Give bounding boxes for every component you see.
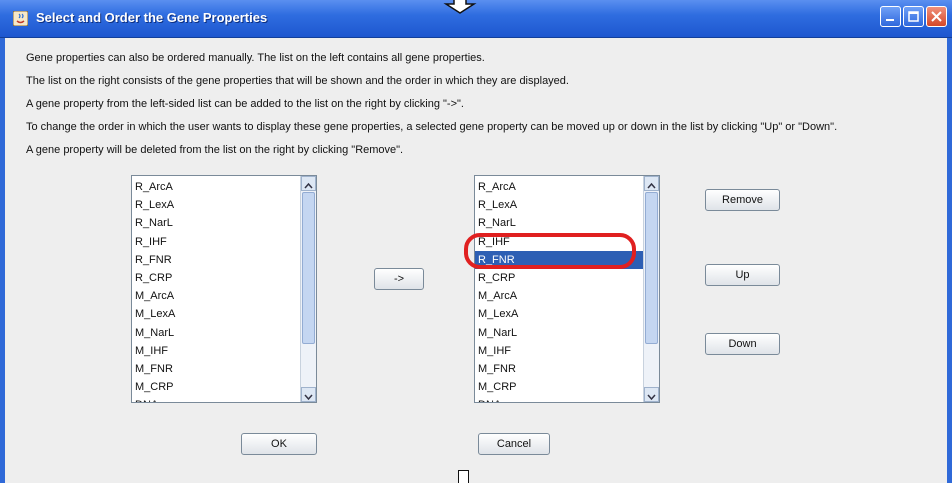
list-item[interactable]: M_CRP	[475, 378, 645, 396]
right-list-scrollbar[interactable]	[643, 176, 659, 402]
description-line-1: Gene properties can also be ordered manu…	[26, 52, 485, 64]
description-line-3: A gene property from the left-sided list…	[26, 98, 464, 110]
list-item[interactable]: M_IHF	[132, 342, 302, 360]
description-line-5: A gene property will be deleted from the…	[26, 144, 404, 156]
scroll-thumb[interactable]	[645, 192, 658, 344]
description-line-4: To change the order in which the user wa…	[26, 121, 838, 133]
window-frame-right	[947, 38, 952, 483]
list-item[interactable]: R_CRP	[475, 269, 645, 287]
chevron-up-icon	[647, 182, 656, 189]
list-item[interactable]: M_LexA	[132, 305, 302, 323]
description-line-2: The list on the right consists of the ge…	[26, 75, 569, 87]
java-app-icon	[13, 11, 28, 26]
scroll-down-button[interactable]	[644, 387, 659, 402]
list-item[interactable]: M_LexA	[475, 305, 645, 323]
remove-button[interactable]: Remove	[705, 189, 780, 211]
list-item[interactable]: M_ArcA	[132, 287, 302, 305]
list-item[interactable]: M_NarL	[475, 324, 645, 342]
list-item[interactable]: DNA	[132, 396, 302, 402]
shown-properties-items: R_ArcA R_LexA R_NarL R_IHF R_FNR R_CRP M_ArcA M…	[475, 178, 645, 402]
list-item[interactable]: R_LexA	[475, 196, 645, 214]
minimize-button[interactable]	[880, 6, 901, 27]
list-item[interactable]: R_LexA	[132, 196, 302, 214]
up-button[interactable]: Up	[705, 264, 780, 286]
maximize-icon	[908, 11, 919, 22]
shown-properties-list[interactable]: R_ArcA R_LexA R_NarL R_IHF R_FNR R_CRP M_ArcA M…	[474, 175, 660, 403]
list-item[interactable]: R_FNR	[132, 251, 302, 269]
scroll-down-button[interactable]	[301, 387, 316, 402]
down-arrow-icon	[443, 0, 477, 14]
window-title: Select and Order the Gene Properties	[36, 10, 268, 25]
list-item[interactable]: R_ArcA	[132, 178, 302, 196]
selection-highlight-annotation	[464, 233, 636, 269]
list-item[interactable]: R_NarL	[132, 214, 302, 232]
list-item[interactable]: R_CRP	[132, 269, 302, 287]
cancel-button[interactable]: Cancel	[478, 433, 550, 455]
list-item[interactable]: M_CRP	[132, 378, 302, 396]
left-list-scrollbar[interactable]	[300, 176, 316, 402]
chevron-down-icon	[304, 394, 313, 401]
minimize-icon	[886, 19, 894, 21]
list-item[interactable]: R_ArcA	[475, 178, 645, 196]
close-button[interactable]	[926, 6, 947, 27]
scroll-up-button[interactable]	[644, 176, 659, 191]
all-properties-items: R_ArcA R_LexA R_NarL R_IHF R_FNR R_CRP M_ArcA M…	[132, 178, 302, 402]
list-item[interactable]: M_IHF	[475, 342, 645, 360]
list-item[interactable]: M_FNR	[475, 360, 645, 378]
list-item[interactable]: R_IHF	[132, 233, 302, 251]
ok-button[interactable]: OK	[241, 433, 317, 455]
list-item[interactable]: M_NarL	[132, 324, 302, 342]
scroll-up-button[interactable]	[301, 176, 316, 191]
list-item[interactable]: M_FNR	[132, 360, 302, 378]
close-icon	[931, 11, 942, 22]
bottom-arrow-stub	[458, 470, 469, 483]
add-button[interactable]: ->	[374, 268, 424, 290]
chevron-down-icon	[647, 394, 656, 401]
maximize-button[interactable]	[903, 6, 924, 27]
list-item[interactable]: R_NarL	[475, 214, 645, 232]
list-item[interactable]: DNA	[475, 396, 645, 402]
scroll-thumb[interactable]	[302, 192, 315, 344]
all-properties-list[interactable]: R_ArcA R_LexA R_NarL R_IHF R_FNR R_CRP M_ArcA M…	[131, 175, 317, 403]
down-button[interactable]: Down	[705, 333, 780, 355]
chevron-up-icon	[304, 182, 313, 189]
list-item[interactable]: M_ArcA	[475, 287, 645, 305]
